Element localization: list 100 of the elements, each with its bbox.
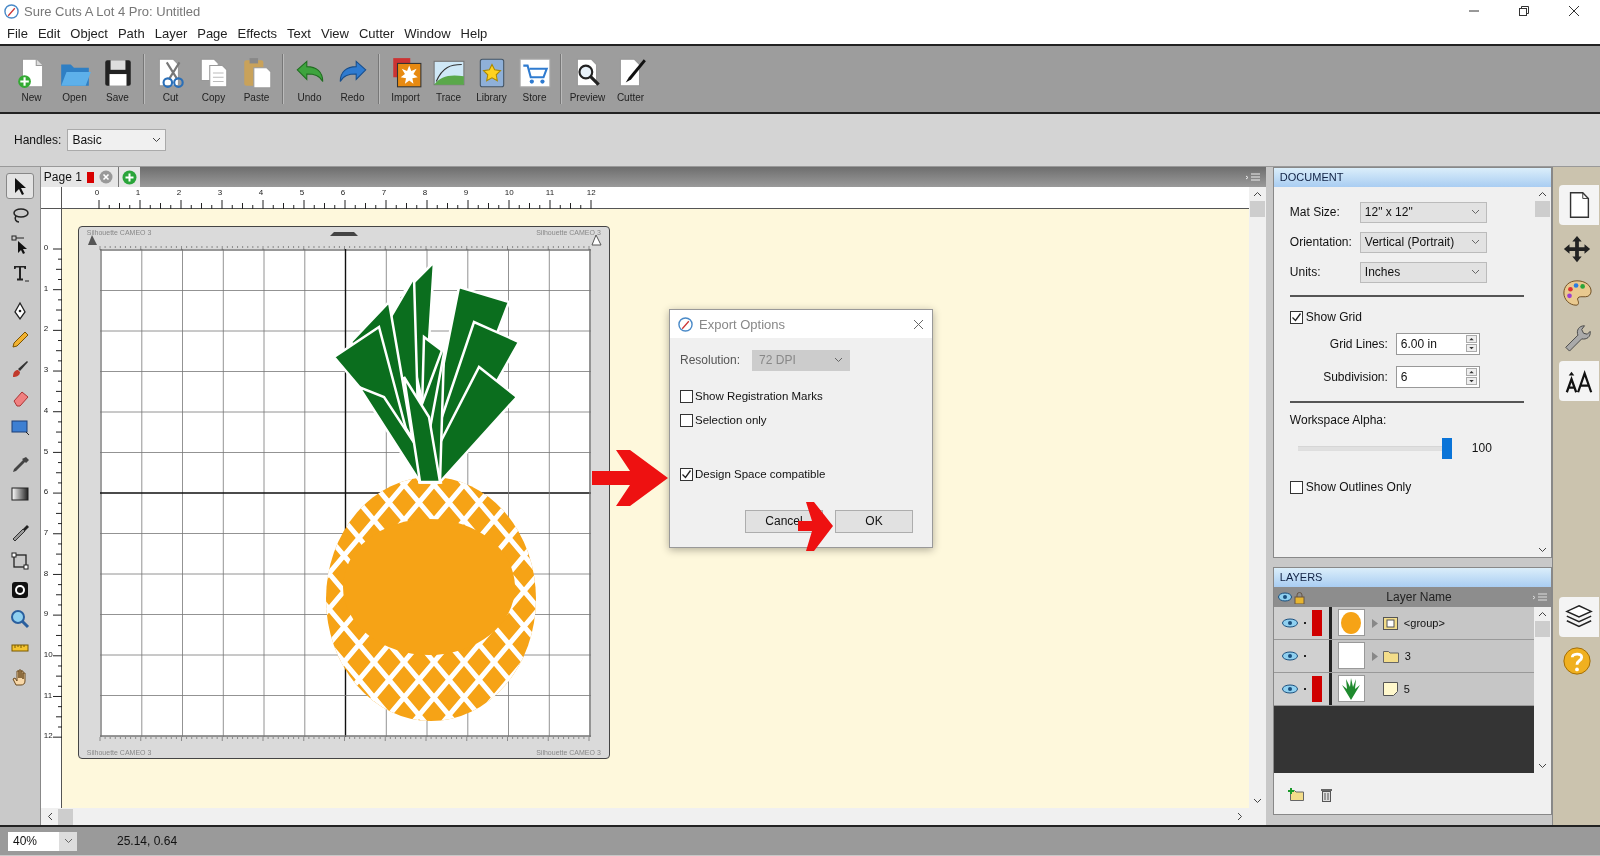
pen-circle-logo-icon <box>678 316 693 332</box>
scroll-left-icon[interactable] <box>46 812 53 821</box>
scroll-up-icon[interactable] <box>1538 191 1548 197</box>
zoom-icon <box>9 609 30 629</box>
layer-row[interactable]: <group> <box>1273 607 1535 640</box>
scroll-down-icon[interactable] <box>1538 763 1548 769</box>
ruler-number: 12 <box>43 731 53 741</box>
horizontal-scrollbar[interactable] <box>40 808 1249 825</box>
checkbox-label: Show Registration Marks <box>695 390 823 402</box>
dropdown[interactable]: Vertical (Portrait) <box>1359 231 1487 253</box>
ok-button[interactable]: OK <box>835 510 913 533</box>
scroll-up-icon[interactable] <box>1538 611 1548 617</box>
scrollbar-thumb[interactable] <box>57 808 73 825</box>
ruler-number: 7 <box>43 527 49 537</box>
eye-icon[interactable] <box>1281 651 1298 661</box>
spin-up-icon[interactable] <box>1465 335 1477 343</box>
trace-button[interactable]: Trace <box>427 55 470 103</box>
save-button[interactable]: Save <box>96 55 139 103</box>
restore-icon[interactable] <box>1518 5 1530 17</box>
close-icon[interactable] <box>913 318 924 330</box>
menu-item[interactable]: Cutter <box>353 25 400 41</box>
paste-button[interactable]: Paste <box>235 55 278 103</box>
new-button[interactable]: New <box>10 55 53 103</box>
menu-item[interactable]: Layer <box>149 25 193 41</box>
eye-icon[interactable] <box>1281 618 1298 628</box>
ruler-number: 12 <box>586 188 596 197</box>
caret-icon <box>1470 209 1480 215</box>
preview-button[interactable]: Preview <box>566 55 609 103</box>
slider-thumb[interactable] <box>1441 437 1452 459</box>
undo-button[interactable]: Undo <box>288 55 331 103</box>
checkbox[interactable] <box>1289 480 1303 494</box>
help-icon[interactable] <box>1561 646 1592 676</box>
move-arrows-icon[interactable] <box>1561 234 1592 264</box>
menu-item[interactable]: Effects <box>232 25 283 41</box>
ruler-number: 11 <box>545 188 555 197</box>
caret-icon <box>63 838 73 844</box>
number-spinner[interactable]: 6.00 in <box>1395 332 1480 355</box>
number-spinner[interactable]: 6 <box>1395 365 1480 388</box>
page-tab[interactable]: Page 1 <box>40 167 119 187</box>
import-button[interactable]: Import <box>384 55 427 103</box>
scrollbar-thumb[interactable] <box>1535 201 1551 217</box>
checkbox-label: Design Space compatible <box>695 468 826 480</box>
dropdown[interactable]: 12" x 12" <box>1359 201 1487 223</box>
cut-button[interactable]: Cut <box>149 55 192 103</box>
checkbox[interactable] <box>1289 310 1303 324</box>
eye-icon <box>1277 592 1292 602</box>
eye-icon[interactable] <box>1281 684 1298 694</box>
scroll-up-icon[interactable] <box>1252 191 1262 197</box>
library-button[interactable]: Library <box>470 55 513 103</box>
add-page-icon[interactable] <box>121 169 137 185</box>
scrollbar-thumb[interactable] <box>1249 201 1265 217</box>
spin-up-icon[interactable] <box>1465 368 1477 376</box>
menu-item[interactable]: Path <box>112 25 150 41</box>
close-tab-icon[interactable] <box>98 170 113 184</box>
menu-item[interactable]: File <box>2 25 33 41</box>
menu-item[interactable]: Edit <box>32 25 66 41</box>
scroll-right-icon[interactable] <box>1236 812 1243 821</box>
scroll-down-icon[interactable] <box>1252 798 1262 804</box>
spin-down-icon[interactable] <box>1465 377 1477 385</box>
close-icon[interactable] <box>1568 5 1580 17</box>
handles-dropdown[interactable]: Basic <box>67 129 167 151</box>
menu-item[interactable]: Page <box>192 25 233 41</box>
store-button[interactable]: Store <box>513 55 556 103</box>
rectangle-tool-icon <box>9 417 30 437</box>
paint-palette-icon[interactable] <box>1561 278 1592 308</box>
redo-button[interactable]: Redo <box>331 55 374 103</box>
cutter-button[interactable]: Cutter <box>609 55 652 103</box>
padlock-icon <box>1293 590 1305 604</box>
ruler-number: 9 <box>463 188 469 197</box>
slider-value: 100 <box>1471 441 1492 455</box>
copy-button[interactable]: Copy <box>192 55 235 103</box>
select-tool-button[interactable] <box>5 173 34 199</box>
layer-row[interactable]: 3 <box>1273 640 1535 673</box>
ruler-number: 0 <box>94 188 100 197</box>
cursor-coordinates: 25.14, 0.64 <box>117 834 178 848</box>
menu-item[interactable]: Help <box>455 25 493 41</box>
trash-icon[interactable] <box>1319 787 1333 802</box>
scroll-down-icon[interactable] <box>1538 547 1548 553</box>
field-label: Grid Lines: <box>1329 336 1388 351</box>
menu-item[interactable]: View <box>315 25 354 41</box>
menu-item[interactable]: Window <box>399 25 456 41</box>
dropdown[interactable]: Inches <box>1359 261 1487 283</box>
zoom-field[interactable]: 40% <box>8 831 59 851</box>
open-button[interactable]: Open <box>53 55 96 103</box>
ruler-number: 3 <box>217 188 223 197</box>
ruler-number: 1 <box>43 283 49 293</box>
menu-item[interactable]: Object <box>65 25 113 41</box>
scrollbar-thumb[interactable] <box>1535 621 1551 637</box>
checkbox[interactable] <box>680 389 693 403</box>
new-folder-icon[interactable] <box>1287 787 1304 801</box>
menu-item[interactable]: Text <box>282 25 316 41</box>
layer-row[interactable]: 5 <box>1273 673 1535 706</box>
layer-thumbnail <box>1337 642 1365 669</box>
spin-down-icon[interactable] <box>1465 344 1477 352</box>
checkbox[interactable] <box>680 467 693 481</box>
checkbox[interactable] <box>680 413 693 427</box>
ruler-number: 4 <box>258 188 264 197</box>
pen-circle-logo-icon <box>4 3 19 19</box>
caret-icon <box>1470 239 1480 245</box>
ruler-number: 4 <box>43 405 49 415</box>
